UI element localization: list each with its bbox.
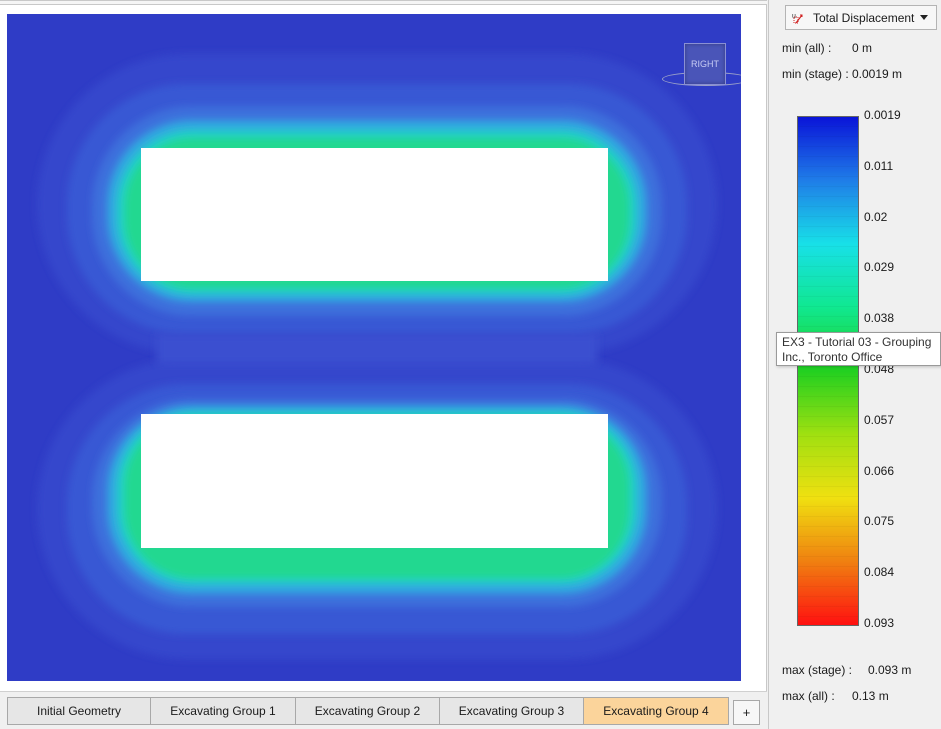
tab-label: Excavating Group 2 <box>314 704 421 718</box>
plus-icon: + <box>742 705 751 720</box>
tab-label: Excavating Group 4 <box>603 704 709 718</box>
colorbar-tick-label: 0.057 <box>864 412 895 427</box>
min-stage-value: 0.0019 m <box>852 67 903 81</box>
viewport-top-border <box>0 0 767 5</box>
result-type-dropdown[interactable]: u Total Displacement <box>785 5 937 30</box>
colorbar-tick-label: 0.029 <box>864 260 895 275</box>
tab-label: Excavating Group 1 <box>170 704 276 718</box>
colorbar-tick-label: 0.075 <box>864 514 895 529</box>
tooltip-line-2: Inc., Toronto Office <box>782 350 883 364</box>
min-stage-label: min (stage) : <box>782 67 849 81</box>
colorbar-tick-label: 0.093 <box>864 616 895 630</box>
view-cube-face-label: RIGHT <box>691 59 719 69</box>
colorbar-banding <box>798 117 858 625</box>
displacement-icon: u <box>792 13 803 23</box>
colorbar <box>797 116 859 626</box>
colorbar-tick-label: 0.02 <box>864 209 888 224</box>
max-stage-row: max (stage) : 0.093 m <box>782 663 911 677</box>
contour-band-middle <box>157 334 597 364</box>
max-all-row: max (all) : 0.13 m <box>782 689 889 703</box>
colorbar-tick-label: 0.0019 <box>864 108 901 122</box>
max-all-label: max (all) : <box>782 689 835 703</box>
displacement-contour-plot <box>37 54 717 659</box>
model-viewport[interactable]: RIGHT <box>7 14 741 681</box>
min-stage-row: min (stage) : 0.0019 m <box>782 67 902 81</box>
tooltip: EX3 - Tutorial 03 - Grouping Inc., Toron… <box>776 332 941 366</box>
max-stage-value: 0.093 m <box>868 663 912 677</box>
min-all-value: 0 m <box>852 41 873 55</box>
viewport-frame: RIGHT <box>0 0 767 729</box>
tab-excavating-group-1[interactable]: Excavating Group 1 <box>150 697 296 725</box>
colorbar-tick-label: 0.038 <box>864 311 895 326</box>
excavation-upper <box>141 148 608 281</box>
min-all-row: min (all) : 0 m <box>782 41 872 55</box>
tab-label: Initial Geometry <box>36 704 122 718</box>
chevron-down-icon <box>920 15 928 20</box>
tab-excavating-group-3[interactable]: Excavating Group 3 <box>439 697 584 725</box>
tooltip-line-1: EX3 - Tutorial 03 - Grouping <box>782 335 932 349</box>
excavation-lower <box>141 414 608 548</box>
add-stage-button[interactable]: + <box>733 700 760 725</box>
tab-label: Excavating Group 3 <box>458 704 565 718</box>
tab-excavating-group-4[interactable]: Excavating Group 4 <box>583 697 729 725</box>
app-window: RIGHT Initial Geometry Excavating Group … <box>0 0 941 729</box>
colorbar-tick-label: 0.011 <box>864 158 894 173</box>
view-cube[interactable]: RIGHT <box>684 43 726 85</box>
tab-initial-geometry[interactable]: Initial Geometry <box>7 697 151 725</box>
result-type-label: Total Displacement <box>813 10 915 25</box>
stage-tab-bar: Initial Geometry Excavating Group 1 Exca… <box>0 691 767 729</box>
colorbar-tick-label: 0.066 <box>864 463 895 478</box>
min-all-label: min (all) : <box>782 41 832 55</box>
max-stage-label: max (stage) : <box>782 663 853 677</box>
max-all-value: 0.13 m <box>852 689 889 703</box>
tab-excavating-group-2[interactable]: Excavating Group 2 <box>295 697 440 725</box>
colorbar-tick-label: 0.084 <box>864 565 895 580</box>
